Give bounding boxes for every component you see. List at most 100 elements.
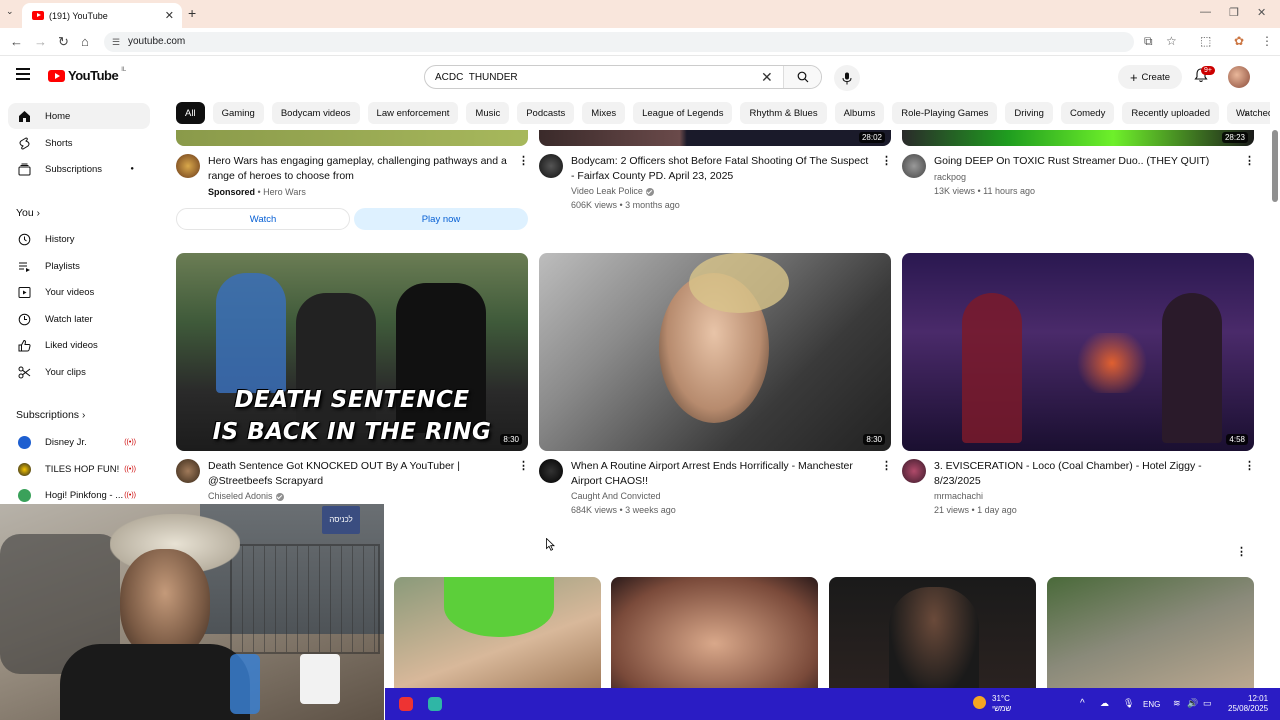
install-app-icon[interactable]: ⧉ (1144, 34, 1153, 49)
chip-albums[interactable]: Albums (834, 102, 885, 124)
video-title-death-sentence[interactable]: Death Sentence Got KNOCKED OUT By A YouT… (208, 459, 516, 489)
sidebar-item-playlists[interactable]: Playlists (8, 253, 150, 279)
minimize-icon[interactable]: — (1200, 6, 1211, 18)
youtube-logo[interactable]: YouTube IL (48, 67, 126, 83)
more-actions-icon[interactable]: ⋮ (881, 154, 892, 167)
chip-driving[interactable]: Driving (1005, 102, 1053, 124)
input-language[interactable]: ENG (1143, 700, 1160, 709)
new-tab-plus-icon[interactable]: + (188, 5, 196, 21)
chip-role-playing-games[interactable]: Role-Playing Games (892, 102, 998, 124)
liked-icon (18, 339, 31, 351)
volume-icon[interactable]: 🔊 (1187, 698, 1198, 709)
video-title-evisceration[interactable]: 3. EVISCERATION - Loco (Coal Chamber) - … (934, 459, 1242, 489)
chip-recently-uploaded[interactable]: Recently uploaded (1122, 102, 1220, 124)
wifi-icon[interactable]: ≋ (1173, 698, 1181, 709)
sidebar-item-your-clips[interactable]: Your clips (8, 359, 150, 385)
page-scrollbar-thumb[interactable] (1272, 130, 1278, 202)
bookmark-star-icon[interactable]: ☆ (1166, 34, 1177, 48)
video-thumbnail-ad[interactable] (176, 130, 528, 146)
video-thumbnail-death-sentence[interactable]: DEATH SENTENCE IS BACK IN THE RING 8:30 (176, 253, 528, 451)
video-thumbnail-airport[interactable]: 8:30 (539, 253, 891, 451)
sidebar-item-shorts[interactable]: Shorts (8, 130, 150, 156)
extensions-icon[interactable]: ⬚ (1200, 34, 1211, 48)
ad-play-now-button[interactable]: Play now (354, 208, 528, 230)
sidebar-item-watch-later[interactable]: Watch later (8, 306, 150, 332)
chip-league-of-legends[interactable]: League of Legends (633, 102, 733, 124)
chip-comedy[interactable]: Comedy (1060, 102, 1115, 124)
voice-search-button[interactable] (834, 65, 860, 91)
shorts-shelf-menu-icon[interactable]: ⋮ (1236, 545, 1247, 558)
sidebar-sub-tiles-hop[interactable]: TILES HOP FUN! ((•)) (8, 456, 150, 482)
account-avatar[interactable] (1228, 66, 1250, 88)
video-title-hero-wars[interactable]: Hero Wars has engaging gameplay, challen… (208, 154, 516, 184)
window-close-icon[interactable]: ✕ (1257, 6, 1266, 19)
video-title-airport[interactable]: When A Routine Airport Arrest Ends Horri… (571, 459, 879, 489)
profile-extension-icon[interactable]: ✿ (1234, 34, 1244, 48)
video-title-bodycam[interactable]: Bodycam: 2 Officers shot Before Fatal Sh… (571, 154, 879, 184)
chip-bodycam-videos[interactable]: Bodycam videos (271, 102, 360, 124)
more-actions-icon[interactable]: ⋮ (518, 459, 529, 472)
search-box: ✕ (424, 65, 822, 89)
chip-podcasts[interactable]: Podcasts (517, 102, 575, 124)
create-button[interactable]: + Create (1118, 65, 1182, 89)
short-thumbnail-4[interactable] (1047, 577, 1254, 688)
taskbar-app-icon-teal[interactable] (428, 697, 442, 711)
maximize-icon[interactable]: ❐ (1229, 6, 1239, 19)
channel-avatar-chiseled-adonis[interactable] (176, 459, 200, 483)
channel-avatar-hero-wars[interactable] (176, 154, 200, 178)
video-title-rust[interactable]: Going DEEP On TOXIC Rust Streamer Duo.. … (934, 154, 1242, 169)
url-field[interactable]: ☰ youtube.com (104, 32, 1134, 52)
channel-avatar-video-leak-police[interactable] (539, 154, 563, 178)
clear-search-icon[interactable]: ✕ (761, 69, 773, 86)
tray-chevron-up-icon[interactable]: ^ (1080, 698, 1085, 709)
reload-icon[interactable]: ↻ (58, 34, 69, 50)
chip-all[interactable]: All (176, 102, 205, 124)
chip-gaming[interactable]: Gaming (212, 102, 264, 124)
chip-rhythm-blues[interactable]: Rhythm & Blues (740, 102, 827, 124)
channel-avatar-caught-and-convicted[interactable] (539, 459, 563, 483)
sidebar-item-subscriptions[interactable]: Subscriptions ● (8, 156, 150, 182)
channel-avatar-mrmachachi[interactable] (902, 459, 926, 483)
more-actions-icon[interactable]: ⋮ (518, 154, 529, 167)
chips-next-chevron-icon[interactable]: › (1244, 106, 1248, 120)
sidebar-sub-disney-jr[interactable]: Disney Jr. ((•)) (8, 429, 150, 455)
chip-music[interactable]: Music (466, 102, 510, 124)
video-thumbnail-bodycam[interactable]: 28:02 (539, 130, 891, 146)
browser-tab-youtube[interactable]: (191) YouTube ✕ (22, 3, 182, 28)
more-actions-icon[interactable]: ⋮ (881, 459, 892, 472)
search-button[interactable] (783, 66, 821, 88)
channel-avatar-rackpog[interactable] (902, 154, 926, 178)
short-thumbnail-1[interactable] (394, 577, 601, 688)
taskbar-date[interactable]: 25/08/2025 (1228, 704, 1268, 713)
forward-arrow-icon[interactable]: → (34, 34, 47, 49)
battery-icon[interactable]: ▭ (1203, 698, 1212, 709)
short-thumbnail-2[interactable] (611, 577, 818, 688)
search-input[interactable] (425, 66, 781, 88)
browser-menu-icon[interactable]: ⋮ (1261, 34, 1273, 48)
more-actions-icon[interactable]: ⋮ (1244, 459, 1255, 472)
taskbar-time[interactable]: 12:01 (1248, 694, 1268, 703)
short-thumbnail-3[interactable] (829, 577, 1036, 688)
ad-watch-button[interactable]: Watch (176, 208, 350, 230)
you-section-heading[interactable]: You › (16, 207, 40, 219)
more-actions-icon[interactable]: ⋮ (1244, 154, 1255, 167)
sidebar-item-history[interactable]: History (8, 226, 150, 252)
video-thumbnail-evisceration[interactable]: 4:58 (902, 253, 1254, 451)
site-info-icon[interactable]: ☰ (112, 32, 120, 52)
sidebar-item-liked-videos[interactable]: Liked videos (8, 332, 150, 358)
video-thumbnail-rust[interactable]: 28:23 (902, 130, 1254, 146)
onedrive-cloud-icon[interactable]: ☁ (1100, 698, 1109, 709)
microphone-tray-icon[interactable]: 🎙 (1123, 698, 1134, 709)
sidebar-item-your-videos[interactable]: Your videos (8, 279, 150, 305)
guide-menu-icon[interactable] (16, 68, 30, 80)
home-button-icon[interactable]: ⌂ (81, 34, 89, 49)
chip-mixes[interactable]: Mixes (582, 102, 626, 124)
tab-list-chevron-icon[interactable]: ⌄ (6, 6, 14, 17)
back-arrow-icon[interactable]: ← (10, 34, 23, 49)
sidebar-item-home[interactable]: Home (8, 103, 150, 129)
subscriptions-section-heading[interactable]: Subscriptions › (16, 409, 85, 421)
tab-close-icon[interactable]: ✕ (165, 9, 174, 22)
weather-sun-icon[interactable] (973, 696, 986, 709)
chip-law-enforcement[interactable]: Law enforcement (367, 102, 459, 124)
taskbar-app-icon-red[interactable] (399, 697, 413, 711)
